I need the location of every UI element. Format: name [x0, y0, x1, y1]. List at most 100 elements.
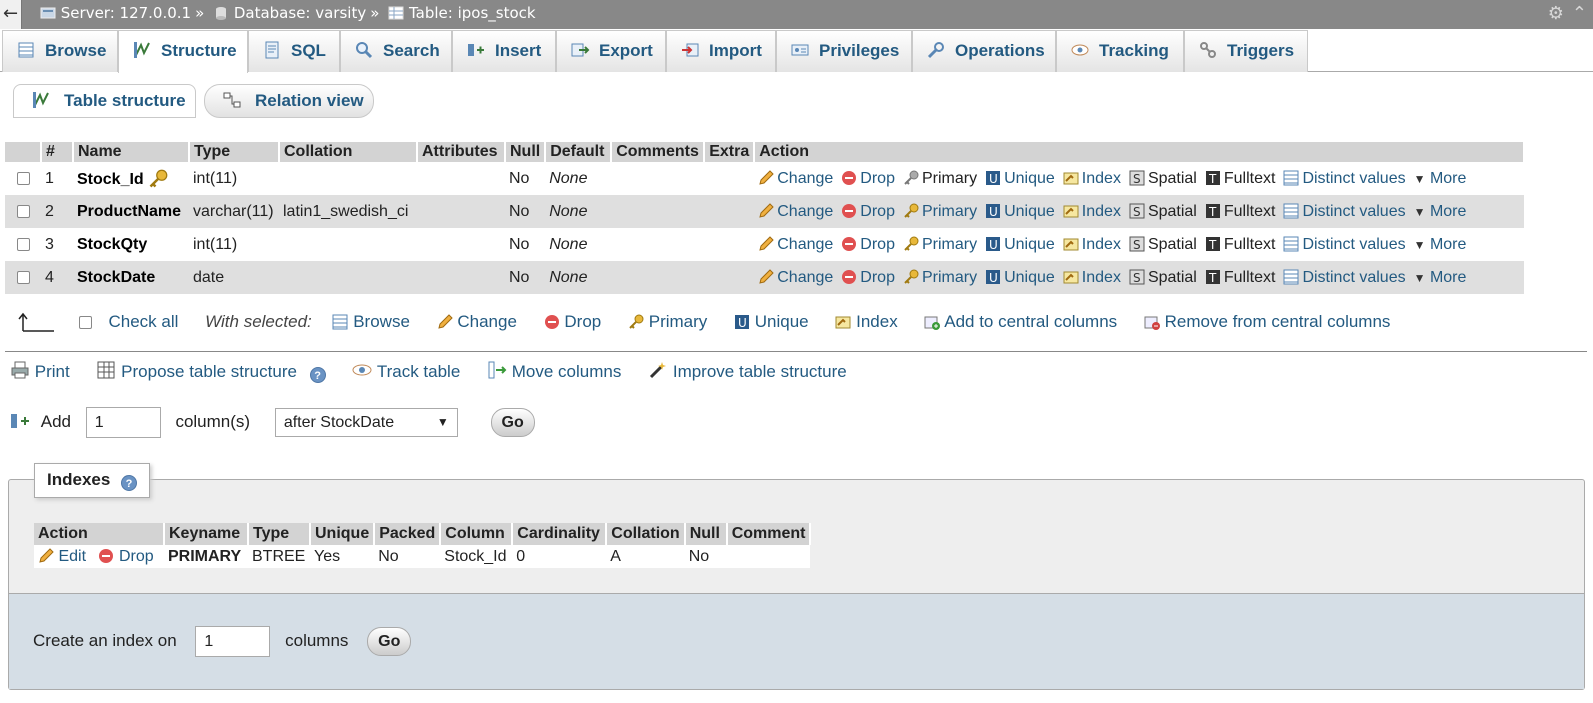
header-cell[interactable]: Collation [279, 142, 418, 162]
distinct-values-button[interactable]: Distinct values [1283, 236, 1406, 253]
unique-button[interactable]: U Unique [985, 269, 1055, 286]
add-column-go-button[interactable]: Go [490, 408, 535, 437]
distinct-values-button[interactable]: Distinct values [1283, 202, 1406, 220]
tab-tracking[interactable]: Tracking [1056, 30, 1184, 72]
index-button[interactable]: Index [1063, 203, 1121, 220]
bulk-remove-central-button[interactable]: Remove from central columns [1144, 312, 1390, 331]
breadcrumb-database[interactable]: Database: varsity [234, 4, 366, 22]
print-button[interactable]: Print [10, 361, 70, 381]
index-icon [1063, 172, 1079, 184]
pencil-icon [759, 202, 774, 218]
unique-button[interactable]: U Unique [985, 236, 1055, 253]
tab-sql[interactable]: SQL [248, 30, 340, 72]
index-button[interactable]: Index [1063, 236, 1121, 253]
help-icon[interactable]: ? [309, 367, 326, 383]
tab-privileges[interactable]: Privileges [776, 30, 912, 72]
remove-central-icon [1144, 316, 1160, 330]
unique-button[interactable]: U Unique [985, 170, 1055, 187]
tab-search[interactable]: Search [340, 30, 452, 72]
help-icon[interactable]: ? [121, 475, 138, 491]
header-cell[interactable]: Comments [611, 142, 706, 162]
row-checkbox[interactable] [17, 171, 30, 185]
label: Edit [58, 547, 87, 565]
create-index-go-button[interactable]: Go [367, 627, 412, 656]
back-button[interactable]: ← [0, 0, 22, 29]
subtab-relation-view[interactable]: Relation view [204, 84, 374, 118]
bulk-unique-button[interactable]: U Unique [734, 312, 809, 331]
fulltext-button: T Fulltext [1205, 170, 1275, 187]
collapse-icon[interactable]: ⌃ [1572, 3, 1587, 24]
column-attributes [417, 162, 505, 195]
distinct-values-button[interactable]: Distinct values [1283, 269, 1406, 286]
row-checkbox[interactable] [17, 237, 30, 251]
move-columns-button[interactable]: Move columns [487, 361, 621, 381]
change-button[interactable]: Change [758, 170, 833, 187]
unique-icon: U [735, 315, 750, 330]
primary-button[interactable]: Primary [903, 203, 977, 220]
more-dropdown[interactable]: ▼ More [1414, 269, 1467, 286]
more-dropdown[interactable]: ▼ More [1414, 170, 1467, 187]
header-cell[interactable]: # [41, 142, 74, 162]
index-button[interactable]: Index [1063, 269, 1121, 286]
breadcrumb-table[interactable]: Table: ipos_stock [409, 4, 536, 22]
drop-button[interactable]: Drop [841, 269, 895, 286]
change-button[interactable]: Change [758, 269, 833, 286]
more-dropdown[interactable]: ▼ More [1414, 203, 1467, 220]
add-column-count-input[interactable]: 1 [85, 407, 161, 438]
create-index-count-input[interactable]: 1 [195, 626, 271, 657]
bulk-browse-button[interactable]: Browse [332, 312, 410, 331]
header-cell[interactable]: Type [189, 142, 280, 162]
row-checkbox[interactable] [17, 270, 30, 284]
pencil-icon [437, 314, 453, 329]
tab-triggers[interactable]: Triggers [1184, 30, 1308, 72]
subtab-table-structure[interactable]: Table structure [13, 84, 196, 118]
header-cell[interactable]: Default [545, 142, 613, 162]
header-cell[interactable]: Extra [704, 142, 756, 162]
header-cell[interactable]: Attributes [417, 142, 506, 162]
tab-export[interactable]: Export [556, 30, 666, 72]
table-row: 4 StockDate date No None Change Drop Primary U Un… [5, 261, 1525, 294]
index-edit-button[interactable]: Edit [38, 548, 86, 565]
check-all-checkbox[interactable] [78, 316, 92, 329]
add-column-position-select[interactable]: after StockDate ▼ [274, 408, 458, 437]
breadcrumb-server[interactable]: Server: 127.0.0.1 [61, 4, 191, 22]
label: Drop [564, 312, 602, 331]
row-checkbox[interactable] [17, 204, 30, 218]
track-table-button[interactable]: Track table [352, 362, 460, 381]
caret-down-icon: ▼ [1413, 237, 1426, 252]
tab-import[interactable]: Import [666, 30, 776, 72]
bulk-index-button[interactable]: Index [835, 312, 898, 331]
check-all-label[interactable]: Check all [108, 312, 178, 331]
gear-icon[interactable]: ⚙ [1548, 3, 1564, 24]
drop-button[interactable]: Drop [841, 170, 895, 187]
bulk-change-button[interactable]: Change [437, 312, 517, 331]
svg-text:U: U [989, 238, 998, 252]
unique-button[interactable]: U Unique [985, 203, 1055, 220]
drop-button[interactable]: Drop [841, 236, 895, 253]
propose-structure-button[interactable]: Propose table structure ? [96, 361, 326, 383]
label: Distinct values [1302, 202, 1406, 220]
tab-label: Export [599, 41, 653, 60]
primary-button[interactable]: Primary [903, 269, 977, 286]
bulk-primary-button[interactable]: Primary [628, 312, 707, 331]
drop-button[interactable]: Drop [841, 203, 895, 220]
header-cell[interactable]: Null [505, 142, 547, 162]
change-button[interactable]: Change [758, 236, 833, 253]
column-null: No [505, 162, 546, 195]
tab-browse[interactable]: Browse [2, 30, 118, 72]
header-cell[interactable]: Name [73, 142, 190, 162]
bulk-drop-button[interactable]: Drop [544, 312, 602, 331]
more-dropdown[interactable]: ▼ More [1414, 236, 1467, 253]
improve-structure-button[interactable]: Improve table structure [648, 362, 847, 381]
browse-icon [332, 314, 348, 330]
bulk-add-central-button[interactable]: Add to central columns [924, 312, 1117, 331]
distinct-values-button[interactable]: Distinct values [1283, 170, 1406, 187]
tab-structure[interactable]: Structure [118, 30, 248, 73]
tab-insert[interactable]: Insert [452, 30, 556, 72]
index-button[interactable]: Index [1063, 170, 1121, 187]
change-button[interactable]: Change [758, 203, 833, 220]
primary-button[interactable]: Primary [903, 236, 977, 253]
index-drop-button[interactable]: Drop [98, 548, 154, 565]
tab-operations[interactable]: Operations [912, 30, 1056, 72]
divider [5, 351, 1587, 352]
